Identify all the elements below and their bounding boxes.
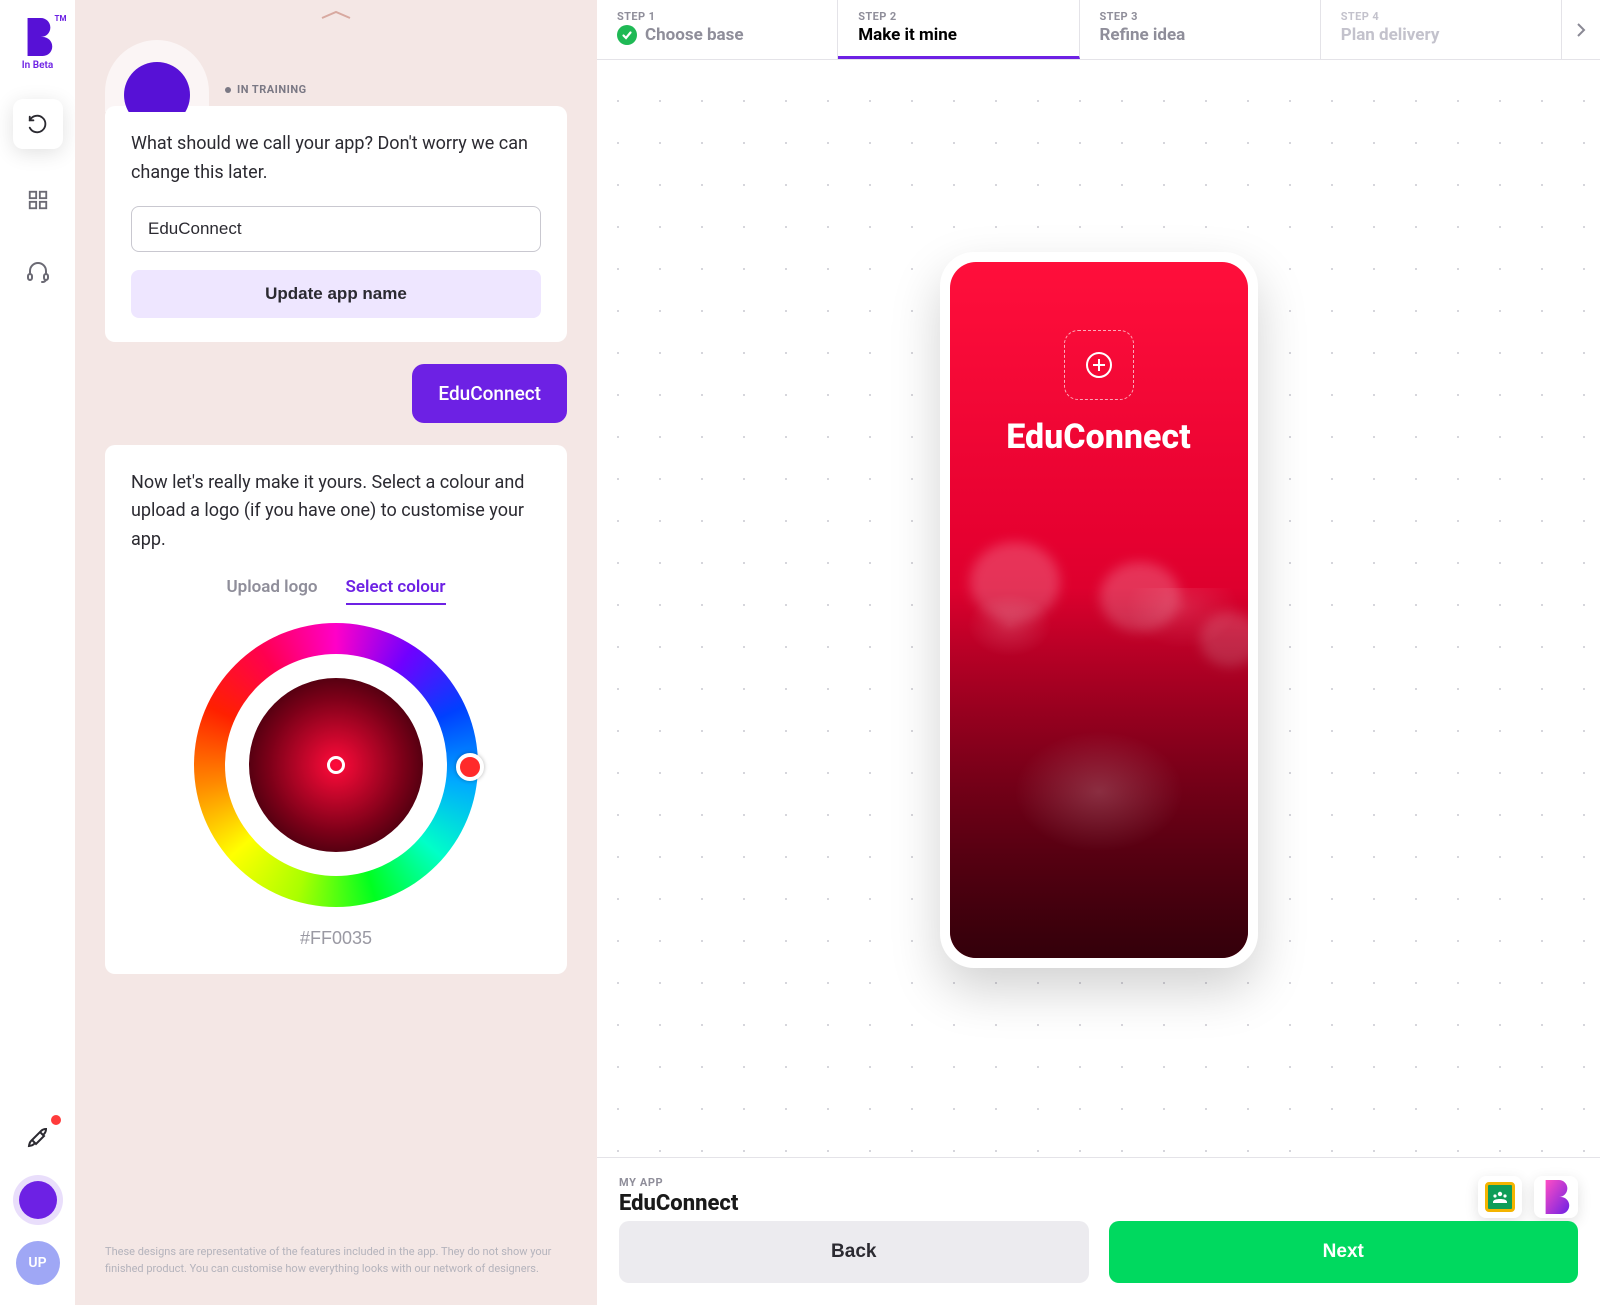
step-title-label: Choose base — [645, 25, 744, 45]
bot-header: IN TRAINING — [105, 40, 567, 112]
builder-brand-button[interactable] — [1534, 1176, 1578, 1218]
user-message-row: EduConnect — [105, 364, 567, 423]
bot-avatar — [105, 40, 209, 112]
step-number: STEP 3 — [1100, 10, 1300, 23]
tab-upload-logo[interactable]: Upload logo — [226, 577, 317, 605]
logo-b-icon: TM — [23, 18, 53, 56]
collapse-chat-button[interactable] — [75, 0, 597, 30]
hex-input[interactable] — [276, 927, 396, 950]
rocket-icon — [26, 1126, 50, 1150]
logo-beta-label: In Beta — [22, 60, 53, 71]
step-number: STEP 4 — [1341, 10, 1541, 23]
footer-app-title: EduConnect — [619, 1191, 1578, 1216]
step-title-label: Refine idea — [1100, 25, 1186, 45]
name-prompt-text: What should we call your app? Don't worr… — [131, 130, 541, 188]
step-title-label: Plan delivery — [1341, 25, 1440, 45]
back-button[interactable]: Back — [619, 1221, 1089, 1283]
footer-label: MY APP — [619, 1176, 1578, 1189]
undo-icon — [27, 113, 49, 135]
steps-next-button[interactable] — [1562, 0, 1600, 59]
dot-icon — [225, 87, 231, 93]
user-avatar[interactable]: UP — [16, 1241, 60, 1285]
main-area: STEP 1 Choose base STEP 2 Make it mine S… — [597, 0, 1600, 1305]
preview-canvas[interactable]: EduConnect — [597, 60, 1600, 1157]
phone-preview: EduConnect — [940, 252, 1258, 968]
next-button[interactable]: Next — [1109, 1221, 1579, 1283]
apps-grid-button[interactable] — [17, 179, 59, 221]
colour-wheel[interactable] — [194, 623, 478, 907]
assistant-orb[interactable] — [19, 1181, 57, 1219]
customise-card: Now let's really make it yours. Select a… — [105, 445, 567, 974]
disclaimer-text: These designs are representative of the … — [75, 1244, 597, 1305]
training-badge-label: IN TRAINING — [237, 83, 307, 96]
steps-bar: STEP 1 Choose base STEP 2 Make it mine S… — [597, 0, 1600, 60]
step-4: STEP 4 Plan delivery — [1321, 0, 1562, 59]
launch-button[interactable] — [17, 1117, 59, 1159]
grid-icon — [27, 189, 49, 211]
saturation-disc[interactable] — [249, 678, 423, 852]
logo-tm: TM — [55, 14, 67, 23]
footer-bar: MY APP EduConnect Back Next — [597, 1157, 1600, 1305]
step-1[interactable]: STEP 1 Choose base — [597, 0, 838, 59]
user-initials: UP — [28, 1255, 46, 1271]
phone-screen: EduConnect — [950, 262, 1248, 958]
undo-button[interactable] — [13, 99, 63, 149]
step-2[interactable]: STEP 2 Make it mine — [838, 0, 1079, 59]
headset-icon — [26, 260, 50, 284]
support-button[interactable] — [17, 251, 59, 293]
tab-select-colour[interactable]: Select colour — [346, 577, 446, 605]
footer-icons — [1478, 1176, 1578, 1218]
chat-panel: IN TRAINING What should we call your app… — [75, 0, 597, 1305]
brand-b-icon — [1542, 1180, 1570, 1214]
training-badge: IN TRAINING — [225, 83, 307, 112]
integration-classroom-button[interactable] — [1478, 1176, 1522, 1218]
brand-logo[interactable]: TM In Beta — [22, 18, 53, 71]
chat-scroll: IN TRAINING What should we call your app… — [75, 30, 597, 1244]
user-message: EduConnect — [412, 364, 567, 423]
app-logo-placeholder[interactable] — [1064, 330, 1134, 400]
notification-dot-icon — [49, 1113, 63, 1127]
plus-circle-icon — [1085, 351, 1113, 379]
update-app-name-button[interactable]: Update app name — [131, 270, 541, 318]
left-nav: TM In Beta UP — [0, 0, 75, 1305]
step-number: STEP 1 — [617, 10, 817, 23]
customise-prompt-text: Now let's really make it yours. Select a… — [131, 469, 541, 555]
wheel-gap — [225, 654, 447, 876]
check-circle-icon — [617, 25, 637, 45]
classroom-icon — [1485, 1182, 1515, 1212]
step-number: STEP 2 — [858, 10, 1058, 23]
chevron-right-icon — [1573, 22, 1589, 38]
saturation-marker-icon[interactable] — [327, 756, 345, 774]
left-nav-bottom: UP — [0, 1117, 75, 1285]
app-name-input[interactable] — [131, 206, 541, 252]
bot-avatar-orb-icon — [124, 62, 190, 112]
chevron-up-icon — [318, 8, 354, 22]
hue-marker-icon[interactable] — [456, 753, 484, 781]
preview-artwork — [950, 588, 1248, 958]
colour-picker — [131, 623, 541, 950]
name-prompt-card: What should we call your app? Don't worr… — [105, 106, 567, 342]
step-3[interactable]: STEP 3 Refine idea — [1080, 0, 1321, 59]
customise-tabs: Upload logo Select colour — [131, 577, 541, 605]
preview-app-title: EduConnect — [950, 417, 1248, 457]
step-title-label: Make it mine — [858, 25, 957, 45]
footer-buttons: Back Next — [619, 1221, 1578, 1283]
